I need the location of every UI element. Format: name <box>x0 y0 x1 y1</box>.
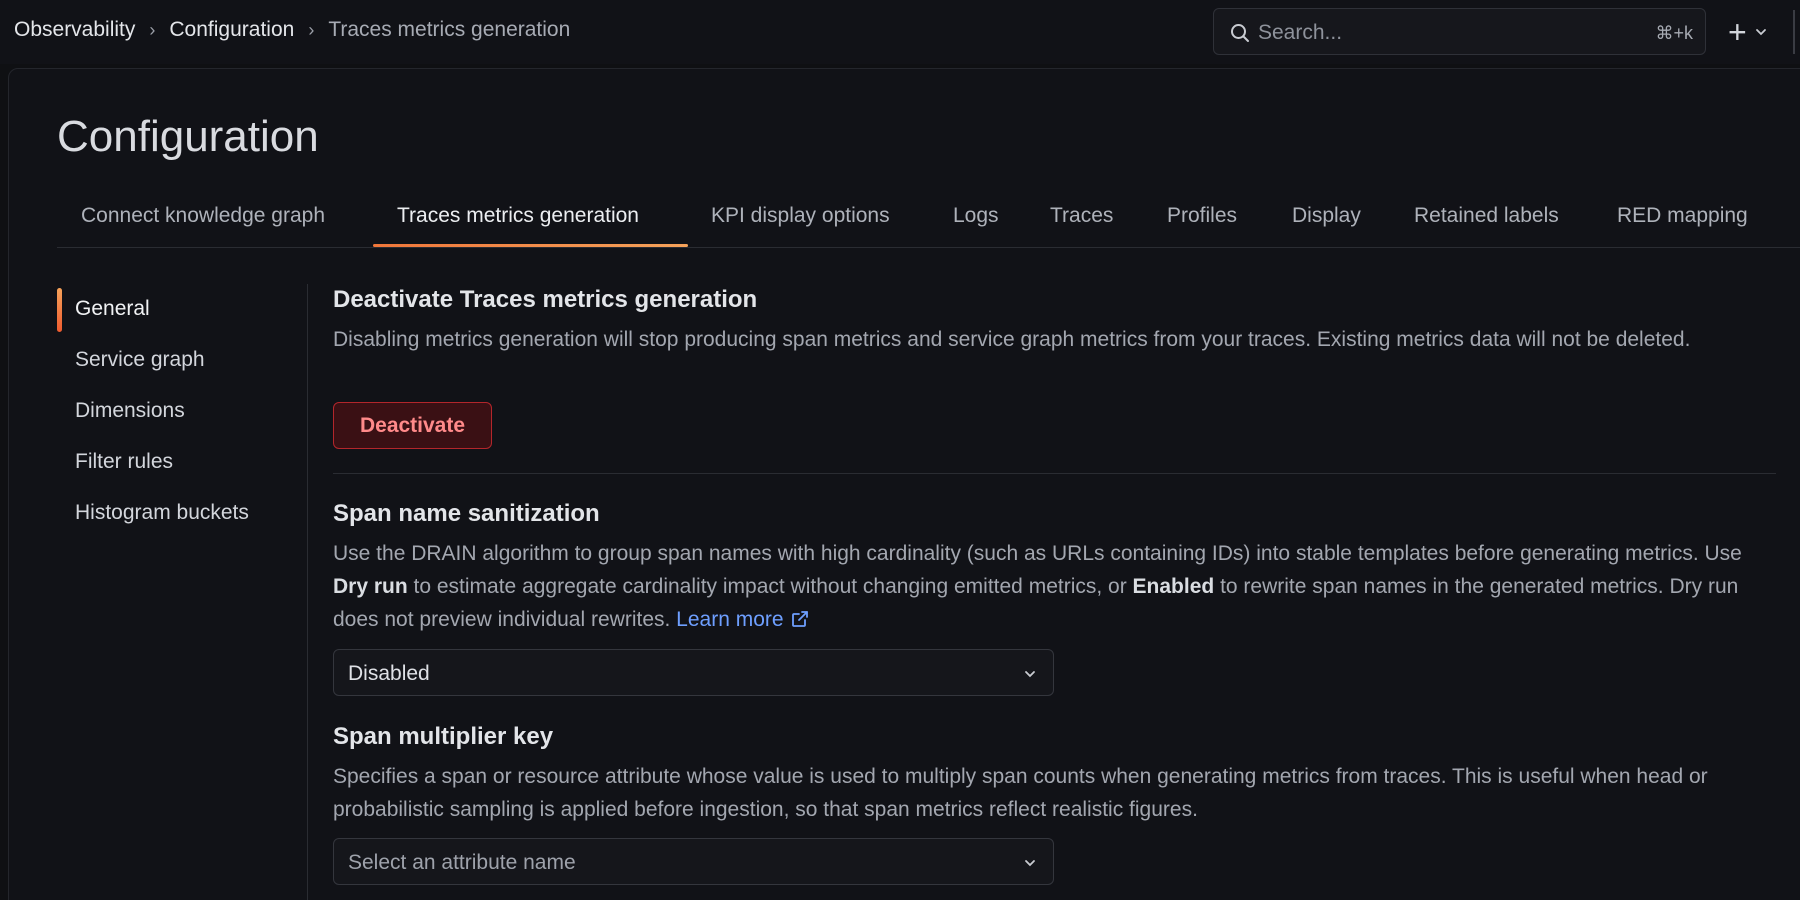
chevron-right-icon: › <box>308 19 315 40</box>
deactivate-section-description: Disabling metrics generation will stop p… <box>333 328 1691 351</box>
search-input[interactable]: Search... ⌘+k <box>1213 8 1706 55</box>
add-new-button[interactable]: + <box>1728 14 1784 50</box>
enabled-emphasis: Enabled <box>1132 575 1215 598</box>
tab-logs[interactable]: Logs <box>953 204 999 228</box>
search-placeholder: Search... <box>1258 21 1343 44</box>
active-tab-indicator <box>373 244 688 247</box>
sidenav-item-filter-rules[interactable]: Filter rules <box>75 450 173 474</box>
tab-traces-metrics-generation[interactable]: Traces metrics generation <box>397 204 639 228</box>
breadcrumb-configuration[interactable]: Configuration <box>169 18 294 42</box>
external-link-icon <box>791 611 808 627</box>
sanitization-section-description: Use the DRAIN algorithm to group span na… <box>333 537 1763 636</box>
sidenav-active-indicator <box>57 288 62 332</box>
chevron-down-icon <box>1025 860 1035 867</box>
chevron-down-icon <box>1025 671 1035 678</box>
sidenav-item-service-graph[interactable]: Service graph <box>75 348 205 372</box>
tab-traces[interactable]: Traces <box>1050 204 1113 228</box>
chevron-down-icon <box>1755 29 1766 36</box>
dry-run-emphasis: Dry run <box>333 575 408 598</box>
breadcrumb: Observability › Configuration › Traces m… <box>14 18 570 42</box>
attribute-name-select[interactable]: Select an attribute name <box>333 838 1054 885</box>
plus-icon: + <box>1728 14 1747 50</box>
sanitization-mode-select[interactable]: Disabled <box>333 649 1054 696</box>
deactivate-button[interactable]: Deactivate <box>333 402 492 449</box>
tab-kpi-display-options[interactable]: KPI display options <box>711 204 890 228</box>
sidenav-item-general[interactable]: General <box>75 297 150 321</box>
search-icon <box>1231 24 1249 42</box>
tab-red-mapping[interactable]: RED mapping <box>1617 204 1748 228</box>
deactivate-section-title: Deactivate Traces metrics generation <box>333 286 758 313</box>
top-bar: Observability › Configuration › Traces m… <box>0 0 1800 64</box>
section-divider <box>333 473 1776 474</box>
sidenav-divider <box>307 284 308 900</box>
sidenav-item-histogram-buckets[interactable]: Histogram buckets <box>75 501 249 525</box>
attribute-name-placeholder: Select an attribute name <box>348 851 576 874</box>
learn-more-link[interactable]: Learn more <box>676 608 809 631</box>
breadcrumb-current: Traces metrics generation <box>328 18 571 41</box>
tab-bar: Connect knowledge graph Traces metrics g… <box>57 196 1800 248</box>
tab-retained-labels[interactable]: Retained labels <box>1414 204 1559 228</box>
sanitization-desc-text: Use the DRAIN algorithm to group span na… <box>333 542 1742 565</box>
sanitization-mode-value: Disabled <box>348 662 430 685</box>
tab-profiles[interactable]: Profiles <box>1167 204 1237 228</box>
sanitization-section-title: Span name sanitization <box>333 500 600 527</box>
sanitization-desc-text: to estimate aggregate cardinality impact… <box>407 575 1133 598</box>
tab-display[interactable]: Display <box>1292 204 1361 228</box>
multiplier-section-title: Span multiplier key <box>333 723 554 750</box>
sidenav-item-dimensions[interactable]: Dimensions <box>75 399 185 423</box>
page-title: Configuration <box>57 112 319 161</box>
multiplier-section-description: Specifies a span or resource attribute w… <box>333 765 1708 821</box>
tab-connect-knowledge-graph[interactable]: Connect knowledge graph <box>81 204 325 228</box>
chevron-right-icon: › <box>149 19 156 40</box>
toolbar-divider <box>1793 10 1795 54</box>
learn-more-label: Learn more <box>676 608 784 631</box>
search-shortcut: ⌘+k <box>1655 23 1693 43</box>
breadcrumb-observability[interactable]: Observability <box>14 18 135 42</box>
